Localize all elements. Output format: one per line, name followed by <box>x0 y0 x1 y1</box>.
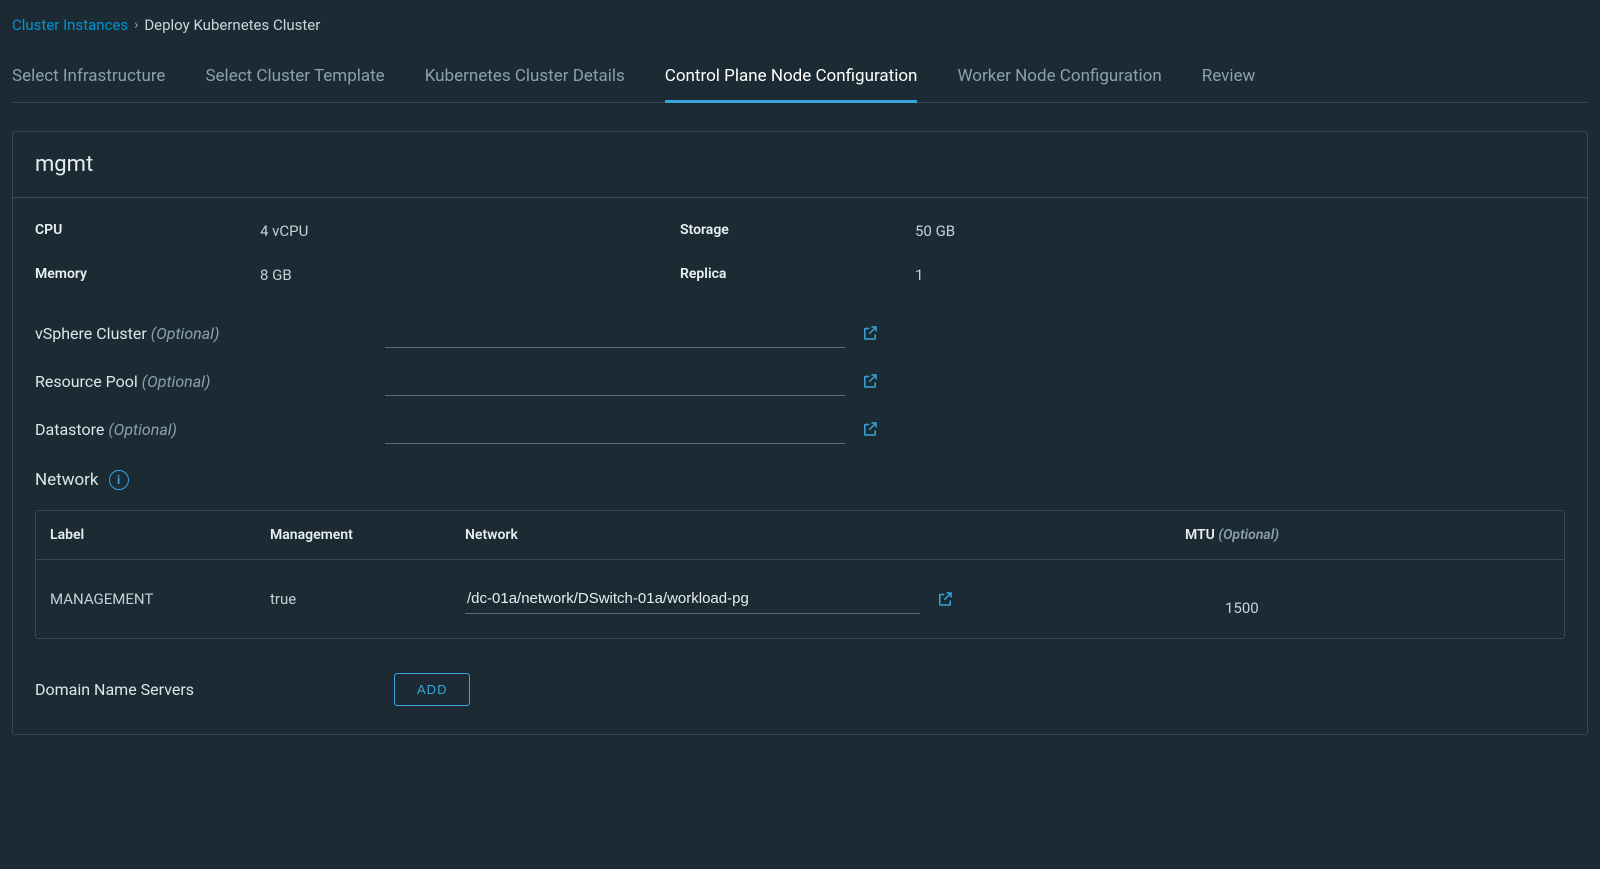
col-management: Management <box>270 527 465 543</box>
tab-kubernetes-cluster-details[interactable]: Kubernetes Cluster Details <box>425 56 625 103</box>
external-link-icon[interactable] <box>861 372 879 390</box>
replica-label: Replica <box>680 266 915 284</box>
add-dns-button[interactable]: ADD <box>394 673 470 706</box>
breadcrumb-current: Deploy Kubernetes Cluster <box>144 16 320 34</box>
external-link-icon[interactable] <box>936 590 954 608</box>
panel-title: mgmt <box>13 132 1587 198</box>
replica-value: 1 <box>915 266 1565 284</box>
storage-label: Storage <box>680 222 915 240</box>
datastore-input[interactable] <box>385 414 845 444</box>
row-label-value: MANAGEMENT <box>50 590 270 608</box>
resource-pool-input[interactable] <box>385 366 845 396</box>
cpu-label: CPU <box>35 222 260 240</box>
resource-pool-label: Resource Pool (Optional) <box>35 372 385 391</box>
external-link-icon[interactable] <box>861 324 879 342</box>
vsphere-cluster-input[interactable] <box>385 318 845 348</box>
breadcrumb: Cluster Instances › Deploy Kubernetes Cl… <box>12 12 1588 52</box>
wizard-tabs: Select Infrastructure Select Cluster Tem… <box>12 52 1588 103</box>
vsphere-cluster-label: vSphere Cluster (Optional) <box>35 324 385 343</box>
row-network-input[interactable] <box>465 584 920 614</box>
row-mtu-value: 1500 <box>1185 581 1550 617</box>
breadcrumb-parent-link[interactable]: Cluster Instances <box>12 16 128 34</box>
datastore-label: Datastore (Optional) <box>35 420 385 439</box>
row-management-value: true <box>270 590 465 608</box>
network-table: Label Management Network MTU (Optional) … <box>35 510 1565 639</box>
memory-value: 8 GB <box>260 266 680 284</box>
table-row: MANAGEMENT true 1500 <box>36 560 1564 638</box>
memory-label: Memory <box>35 266 260 284</box>
col-mtu: MTU (Optional) <box>1185 527 1550 543</box>
col-label: Label <box>50 527 270 543</box>
tab-select-infrastructure[interactable]: Select Infrastructure <box>12 56 165 103</box>
tab-control-plane-node-config[interactable]: Control Plane Node Configuration <box>665 56 918 103</box>
storage-value: 50 GB <box>915 222 1565 240</box>
chevron-right-icon: › <box>134 17 138 33</box>
cpu-value: 4 vCPU <box>260 222 680 240</box>
tab-worker-node-config[interactable]: Worker Node Configuration <box>957 56 1161 103</box>
tab-review[interactable]: Review <box>1202 56 1256 103</box>
col-network: Network <box>465 527 1185 543</box>
network-section-label: Network <box>35 470 99 490</box>
config-panel: mgmt CPU 4 vCPU Storage 50 GB Memory 8 G… <box>12 131 1588 735</box>
dns-label: Domain Name Servers <box>35 680 194 699</box>
external-link-icon[interactable] <box>861 420 879 438</box>
tab-select-cluster-template[interactable]: Select Cluster Template <box>205 56 384 103</box>
info-icon[interactable]: i <box>109 470 129 490</box>
